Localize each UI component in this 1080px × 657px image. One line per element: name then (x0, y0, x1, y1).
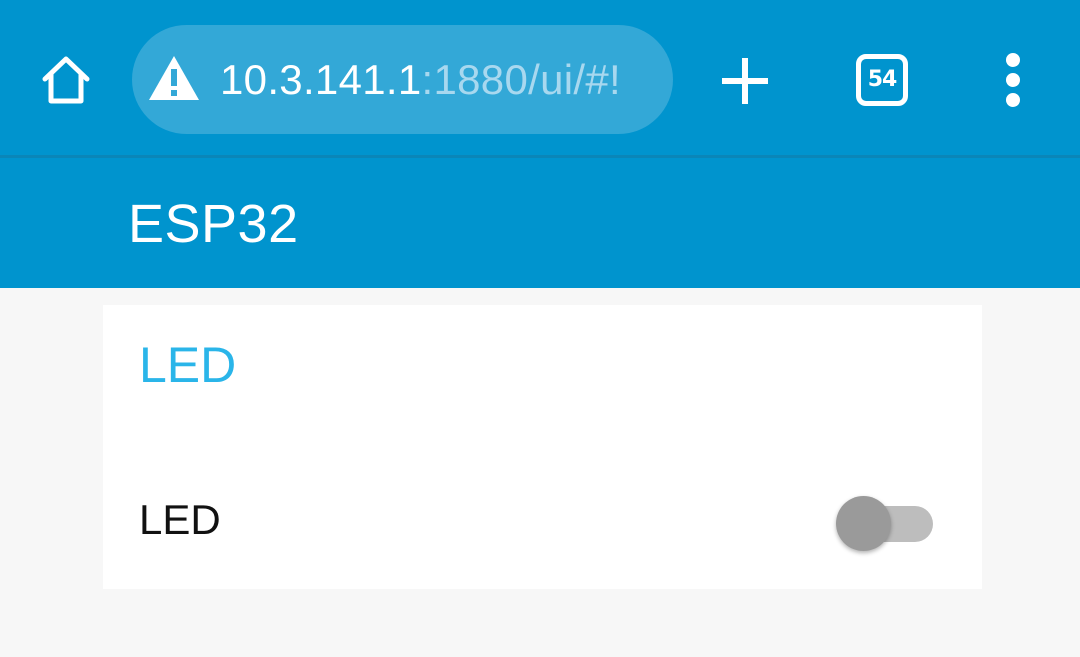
url-text[interactable]: 10.3.141.1:1880/ui/#! (220, 55, 621, 105)
url-host: 10.3.141.1 (220, 56, 422, 103)
warning-triangle-icon[interactable] (148, 54, 200, 102)
tab-switcher-button[interactable]: 54 (856, 54, 908, 106)
home-button[interactable] (36, 50, 96, 110)
menu-dot (1006, 73, 1020, 87)
group-title: LED (139, 337, 237, 393)
page-title: ESP32 (128, 194, 299, 254)
led-toggle-switch[interactable] (836, 491, 934, 551)
address-bar[interactable]: 10.3.141.1:1880/ui/#! (132, 25, 673, 134)
app-header: ESP32 (0, 158, 1080, 288)
menu-dot (1006, 93, 1020, 107)
menu-dot (1006, 53, 1020, 67)
url-path: :1880/ui/#! (421, 56, 621, 103)
home-icon (42, 56, 90, 104)
switch-thumb[interactable] (836, 496, 891, 551)
switch-label: LED (139, 496, 221, 543)
led-group-card: LED LED (103, 305, 982, 589)
led-switch-row[interactable]: LED (103, 485, 982, 555)
overflow-menu-icon[interactable] (996, 53, 1032, 109)
tab-count: 54 (867, 67, 898, 92)
plus-icon[interactable] (716, 52, 774, 110)
browser-toolbar: 10.3.141.1:1880/ui/#! 54 (0, 0, 1080, 157)
